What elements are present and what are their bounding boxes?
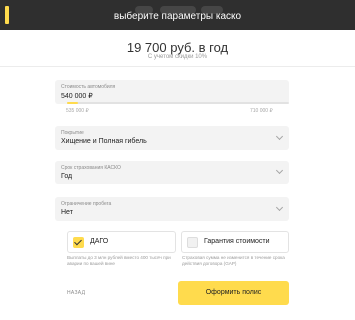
top-header: выберите параметры каско	[0, 0, 355, 30]
page-title: выберите параметры каско	[113, 11, 242, 22]
discount-note: С учетом скидки 10%	[147, 54, 208, 60]
car-cost-field[interactable]: Стоимость автомобиля 540 000 ₽	[55, 80, 289, 104]
car-cost-label: Стоимость автомобиля	[61, 84, 116, 90]
price-total: 19 700 руб. в год	[126, 40, 229, 55]
mileage-value: Нет	[61, 209, 73, 216]
car-cost-slider-fill	[67, 102, 79, 104]
submit-button[interactable]: Оформить полис	[178, 281, 289, 305]
dago-option[interactable]: ДАГО	[67, 231, 176, 253]
divider	[0, 66, 355, 67]
dago-label: ДАГО	[90, 238, 109, 245]
risks-value: Хищение и Полная гибель	[61, 138, 147, 145]
dago-note: Выплаты до 3 млн рублей вместо 400 тысяч…	[67, 255, 171, 266]
chevron-down-icon	[275, 203, 284, 212]
chevron-down-icon	[275, 132, 284, 141]
term-label: Срок страхования КАСКО	[61, 165, 121, 171]
car-cost-max: 710 000 ₽	[250, 108, 273, 114]
term-select[interactable]: Срок страхования КАСКО Год	[55, 161, 289, 184]
dago-checkbox[interactable]	[73, 237, 84, 248]
checkmark-icon	[74, 237, 82, 246]
guarantee-label: Гарантия стоимости	[204, 238, 270, 245]
mileage-select[interactable]: Ограничение пробега Нет	[55, 197, 289, 221]
car-cost-min: 535 000 ₽	[66, 108, 89, 114]
guarantee-option[interactable]: Гарантия стоимости	[181, 231, 289, 253]
chevron-down-icon	[275, 166, 284, 175]
mileage-label: Ограничение пробега	[61, 201, 112, 207]
car-cost-slider[interactable]	[67, 102, 289, 104]
guarantee-checkbox[interactable]	[187, 237, 198, 248]
back-link[interactable]: НАЗАД	[67, 290, 85, 296]
risks-label: Покрытие	[61, 130, 84, 136]
term-value: Год	[61, 173, 73, 180]
car-cost-value[interactable]: 540 000 ₽	[61, 92, 93, 100]
risks-select[interactable]: Покрытие Хищение и Полная гибель	[55, 126, 289, 150]
guarantee-note: Страховая сумма не изменится в течение с…	[182, 255, 285, 266]
